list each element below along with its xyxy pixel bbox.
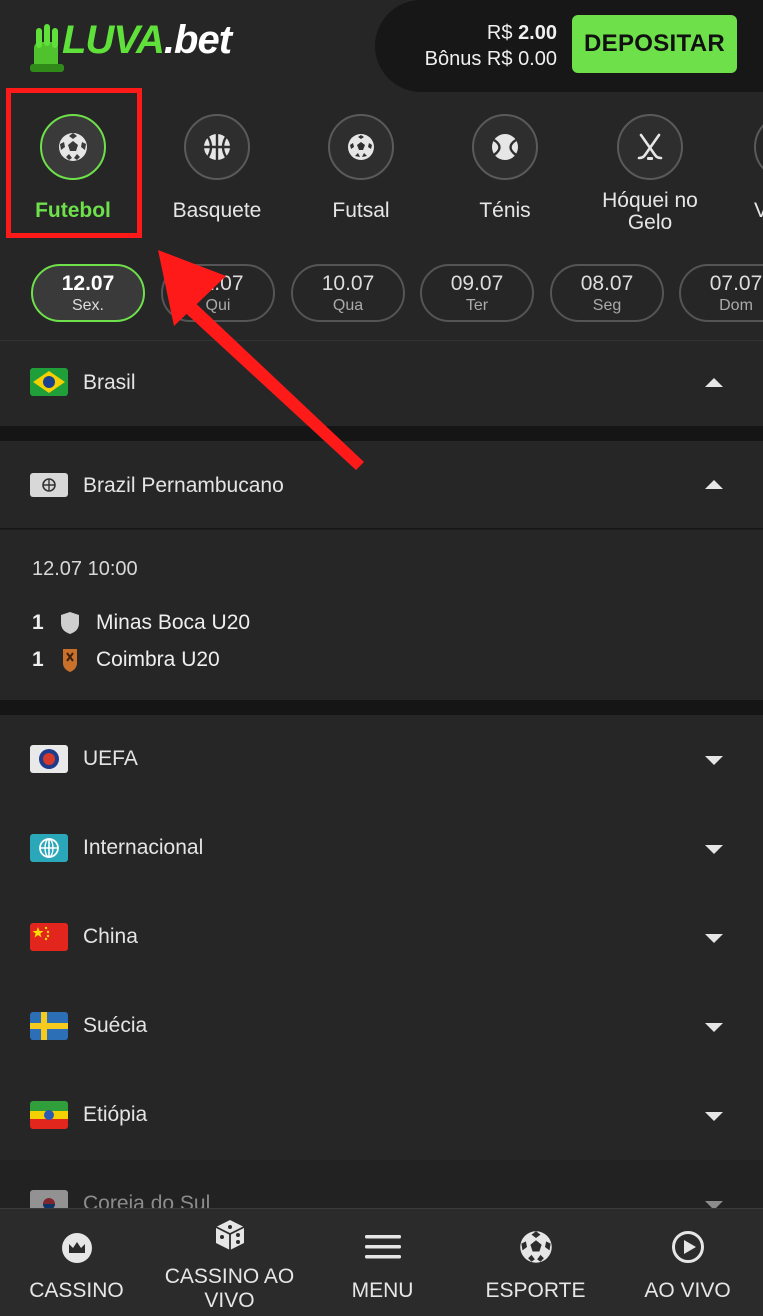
league-row-coreia[interactable]: Coreia do Sul [0, 1160, 763, 1208]
balance-currency: R$ [486, 22, 513, 44]
soccer-ball-icon [519, 1231, 552, 1263]
sport-tab-futsal[interactable]: Futsal [291, 114, 431, 222]
date-selector: 12.07 Sex. 11.07 Qui 10.07 Qua 09.07 Ter… [0, 244, 763, 340]
league-name: Etiópia [83, 1103, 148, 1126]
match-time: 12.07 10:00 [32, 558, 138, 580]
bottom-navigation: CASSINO CASSINO AO VIVO MENU ESPORTE AO … [0, 1208, 763, 1316]
nav-esporte[interactable]: ESPORTE [459, 1209, 612, 1316]
league-name: Internacional [83, 836, 204, 859]
sport-tab-hoquei[interactable]: Hóquei no Gelo [580, 114, 720, 234]
ethiopia-flag-icon [30, 1101, 68, 1129]
logo-bet-text: .bet [163, 18, 232, 62]
date-pill-10-07[interactable]: 10.07 Qua [291, 264, 405, 322]
annotation-highlight-box [6, 88, 142, 238]
date-pill-08-07[interactable]: 08.07 Seg [550, 264, 664, 322]
nav-cassino-ao-vivo[interactable]: CASSINO AO VIVO [153, 1209, 306, 1316]
date-pill-09-07[interactable]: 09.07 Ter [420, 264, 534, 322]
league-name: UEFA [83, 747, 138, 770]
sport-label: Basquete [172, 199, 262, 222]
date-pill-07-07[interactable]: 07.07 Dom [679, 264, 763, 322]
expand-caret-icon[interactable] [705, 845, 723, 854]
expand-caret-icon[interactable] [705, 934, 723, 943]
nav-cassino[interactable]: CASSINO [0, 1209, 153, 1316]
league-row-brasil[interactable]: Brasil [0, 340, 763, 426]
futsal-ball-icon [348, 134, 374, 160]
date-pill-12-07[interactable]: 12.07 Sex. [31, 264, 145, 322]
deposit-button[interactable]: DEPOSITAR [572, 15, 737, 73]
hockey-sticks-icon [637, 133, 663, 160]
bonus-label: Bônus [424, 48, 482, 70]
hamburger-icon [364, 1235, 401, 1259]
expand-caret-icon[interactable] [705, 756, 723, 765]
expand-caret-icon[interactable] [705, 1023, 723, 1032]
sport-label: V [754, 199, 763, 222]
home-score: 1 [32, 611, 44, 634]
south-korea-flag-icon [30, 1190, 68, 1208]
league-row-etiopia[interactable]: Etiópia [0, 1071, 763, 1160]
globe-flag-icon [30, 834, 68, 862]
uefa-flag-icon [30, 745, 68, 773]
globe-flag-icon [30, 473, 68, 497]
sport-label: Ténis [479, 199, 531, 222]
sport-tab-partial[interactable]: V [724, 114, 763, 222]
balance-value: 2.00 [518, 22, 557, 44]
tennis-ball-icon [492, 134, 518, 160]
collapse-caret-icon[interactable] [705, 480, 723, 489]
home-team-row: 1 Minas Boca U20 [32, 610, 250, 636]
nav-ao-vivo[interactable]: AO VIVO [612, 1209, 763, 1316]
league-row-pernambucano[interactable]: Brazil Pernambucano [0, 441, 763, 529]
league-row-internacional[interactable]: Internacional [0, 804, 763, 893]
collapse-caret-icon[interactable] [705, 378, 723, 387]
brazil-flag-icon [30, 368, 68, 396]
sport-label: Hóquei no Gelo [602, 189, 698, 234]
away-team-row: 1 Coimbra U20 [32, 647, 220, 673]
sport-tab-basquete[interactable]: Basquete [147, 114, 287, 222]
away-score: 1 [32, 648, 44, 671]
home-team-name: Minas Boca U20 [96, 611, 251, 634]
league-name: Brazil Pernambucano [83, 474, 284, 497]
sport-label: Futsal [332, 199, 390, 222]
league-row-china[interactable]: China [0, 893, 763, 982]
date-pill-11-07[interactable]: 11.07 Qui [161, 264, 275, 322]
league-row-suecia[interactable]: Suécia [0, 982, 763, 1071]
league-name: Suécia [83, 1014, 148, 1037]
wallet-panel: R$ 2.00 Bônus R$ 0.00 DEPOSITAR [375, 0, 763, 92]
play-circle-icon [671, 1231, 704, 1263]
league-name: Brasil [83, 371, 136, 394]
league-name: China [83, 925, 138, 948]
luva-bet-logo[interactable]: LUVA.bet [28, 14, 232, 78]
sweden-flag-icon [30, 1012, 68, 1040]
expand-caret-icon[interactable] [705, 1112, 723, 1121]
balance-display: R$ 2.00 Bônus R$ 0.00 [425, 20, 557, 72]
coimbra-crest-icon [63, 649, 77, 672]
shield-crest-icon [61, 612, 79, 634]
section-divider [0, 700, 763, 715]
league-row-uefa[interactable]: UEFA [0, 715, 763, 804]
expand-caret-icon[interactable] [705, 1201, 723, 1208]
china-flag-icon [30, 923, 68, 951]
bonus-currency: R$ [486, 48, 513, 70]
top-header: LUVA.bet R$ 2.00 Bônus R$ 0.00 DEPOSITAR [0, 0, 763, 92]
section-divider [0, 426, 763, 441]
basketball-icon [204, 134, 230, 160]
crown-icon [61, 1233, 92, 1263]
away-team-name: Coimbra U20 [96, 648, 220, 671]
logo-luva-text: LUVA [62, 18, 165, 62]
bonus-value: 0.00 [518, 48, 557, 70]
sport-tab-tenis[interactable]: Ténis [435, 114, 575, 222]
match-card[interactable]: 12.07 10:00 1 Minas Boca U20 1 Coimbra U… [0, 530, 763, 700]
nav-menu[interactable]: MENU [306, 1209, 459, 1316]
dice-icon [215, 1220, 244, 1250]
league-name: Coreia do Sul [83, 1192, 211, 1208]
